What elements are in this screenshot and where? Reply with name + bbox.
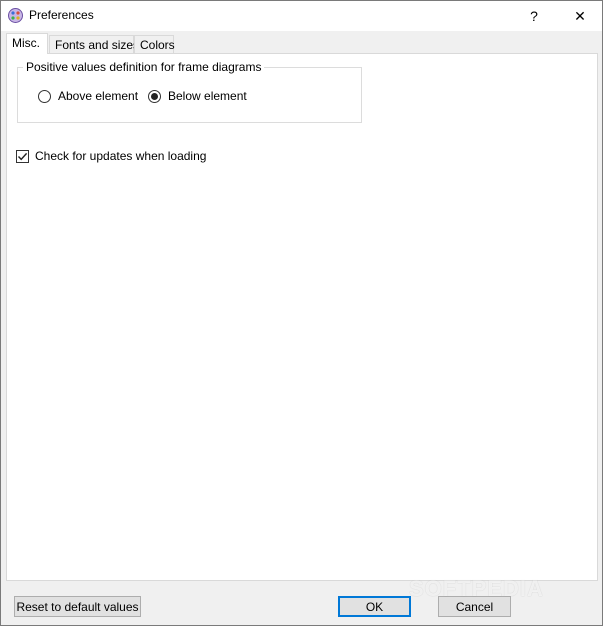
watermark: SOFTPEDIA: [409, 576, 544, 601]
help-icon: ?: [530, 8, 538, 24]
help-button[interactable]: ?: [511, 1, 557, 31]
check-updates-checkbox[interactable]: Check for updates when loading: [16, 149, 206, 163]
checkbox-label: Check for updates when loading: [35, 149, 207, 163]
radio-label: Above element: [58, 89, 139, 103]
radio-unselected-icon: [38, 89, 51, 103]
preferences-window: Preferences ? ✕ Misc. Fonts and sizes Co…: [0, 0, 603, 626]
radio-below-element[interactable]: Below element: [148, 89, 247, 103]
app-icon: [8, 8, 23, 23]
tab-panel-misc: Positive values definition for frame dia…: [6, 53, 598, 581]
radio-selected-icon: [148, 89, 161, 103]
close-button[interactable]: ✕: [557, 1, 603, 31]
radio-label: Below element: [168, 89, 247, 103]
group-label: Positive values definition for frame dia…: [23, 60, 265, 74]
positive-values-group: Positive values definition for frame dia…: [17, 60, 362, 123]
reset-defaults-button[interactable]: Reset to default values: [14, 596, 141, 617]
radio-dot: [151, 92, 158, 100]
title-bar: Preferences ? ✕: [1, 1, 602, 31]
tab-colors[interactable]: Colors: [134, 35, 175, 54]
tab-fonts-and-sizes[interactable]: Fonts and sizes: [49, 35, 139, 54]
close-icon: ✕: [574, 7, 586, 24]
tab-misc[interactable]: Misc.: [6, 33, 48, 54]
window-title: Preferences: [29, 8, 94, 22]
radio-above-element[interactable]: Above element: [38, 89, 138, 103]
checkmark-icon: [16, 149, 29, 163]
ok-button[interactable]: OK: [338, 596, 411, 617]
